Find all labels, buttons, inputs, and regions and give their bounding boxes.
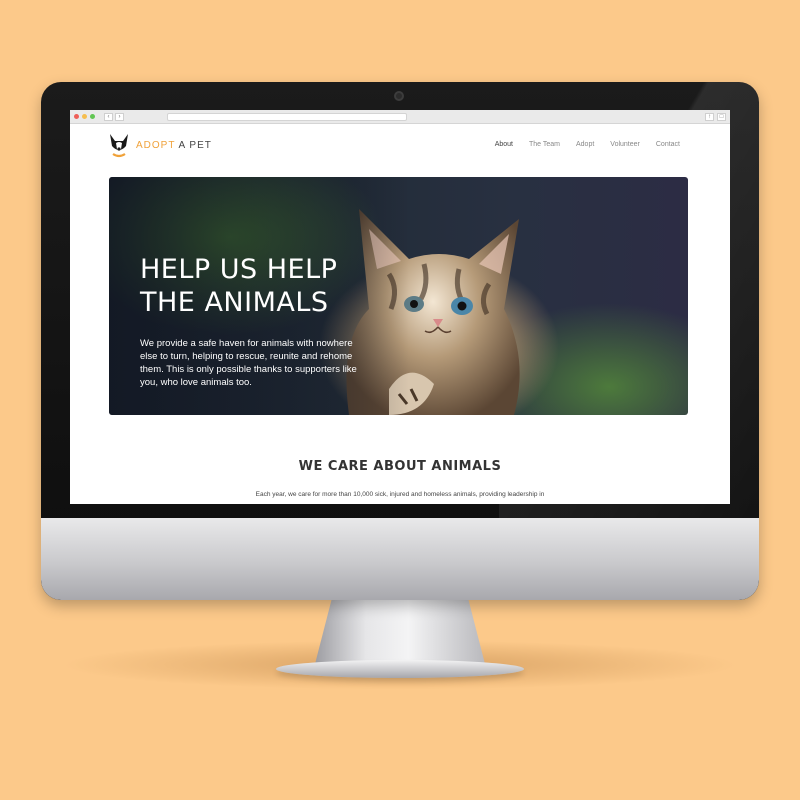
logo-text: ADOPT A PET: [136, 139, 212, 151]
minimize-window-button[interactable]: [82, 114, 87, 119]
monitor-stand-base: [276, 660, 524, 678]
back-arrow-icon[interactable]: ‹: [104, 112, 113, 121]
dog-logo-icon: [110, 134, 128, 158]
hero-title: HELP US HELP THE ANIMALS: [140, 254, 338, 318]
section-text: Each year, we care for more than 10,000 …: [255, 491, 545, 498]
forward-arrow-icon[interactable]: ›: [115, 112, 124, 121]
site-header: ADOPT A PET About The Team Adopt Volunte…: [70, 124, 730, 174]
tabs-icon[interactable]: □: [717, 112, 726, 121]
nav-adopt[interactable]: Adopt: [576, 141, 594, 148]
nav-contact[interactable]: Contact: [656, 141, 680, 148]
nav-about[interactable]: About: [495, 141, 513, 148]
monitor-stand-neck: [315, 598, 485, 664]
nav-volunteer[interactable]: Volunteer: [610, 141, 640, 148]
share-icon[interactable]: ↑: [705, 112, 714, 121]
address-bar[interactable]: [167, 112, 407, 121]
nav-the-team[interactable]: The Team: [529, 141, 560, 148]
browser-window: ‹ › ↑ □ ADOPT A PET About The Team Adopt…: [70, 110, 730, 504]
hero-banner: HELP US HELP THE ANIMALS We provide a saf…: [109, 177, 688, 415]
close-window-button[interactable]: [74, 114, 79, 119]
section-title: WE CARE ABOUT ANIMALS: [298, 459, 502, 474]
browser-toolbar: ‹ › ↑ □: [70, 110, 730, 124]
camera-icon: [394, 91, 404, 101]
monitor-chin: [41, 518, 759, 600]
site-logo[interactable]: ADOPT A PET: [108, 132, 212, 158]
hero-description: We provide a safe haven for animals with…: [140, 338, 357, 388]
maximize-window-button[interactable]: [90, 114, 95, 119]
main-nav: About The Team Adopt Volunteer Contact: [495, 141, 680, 148]
